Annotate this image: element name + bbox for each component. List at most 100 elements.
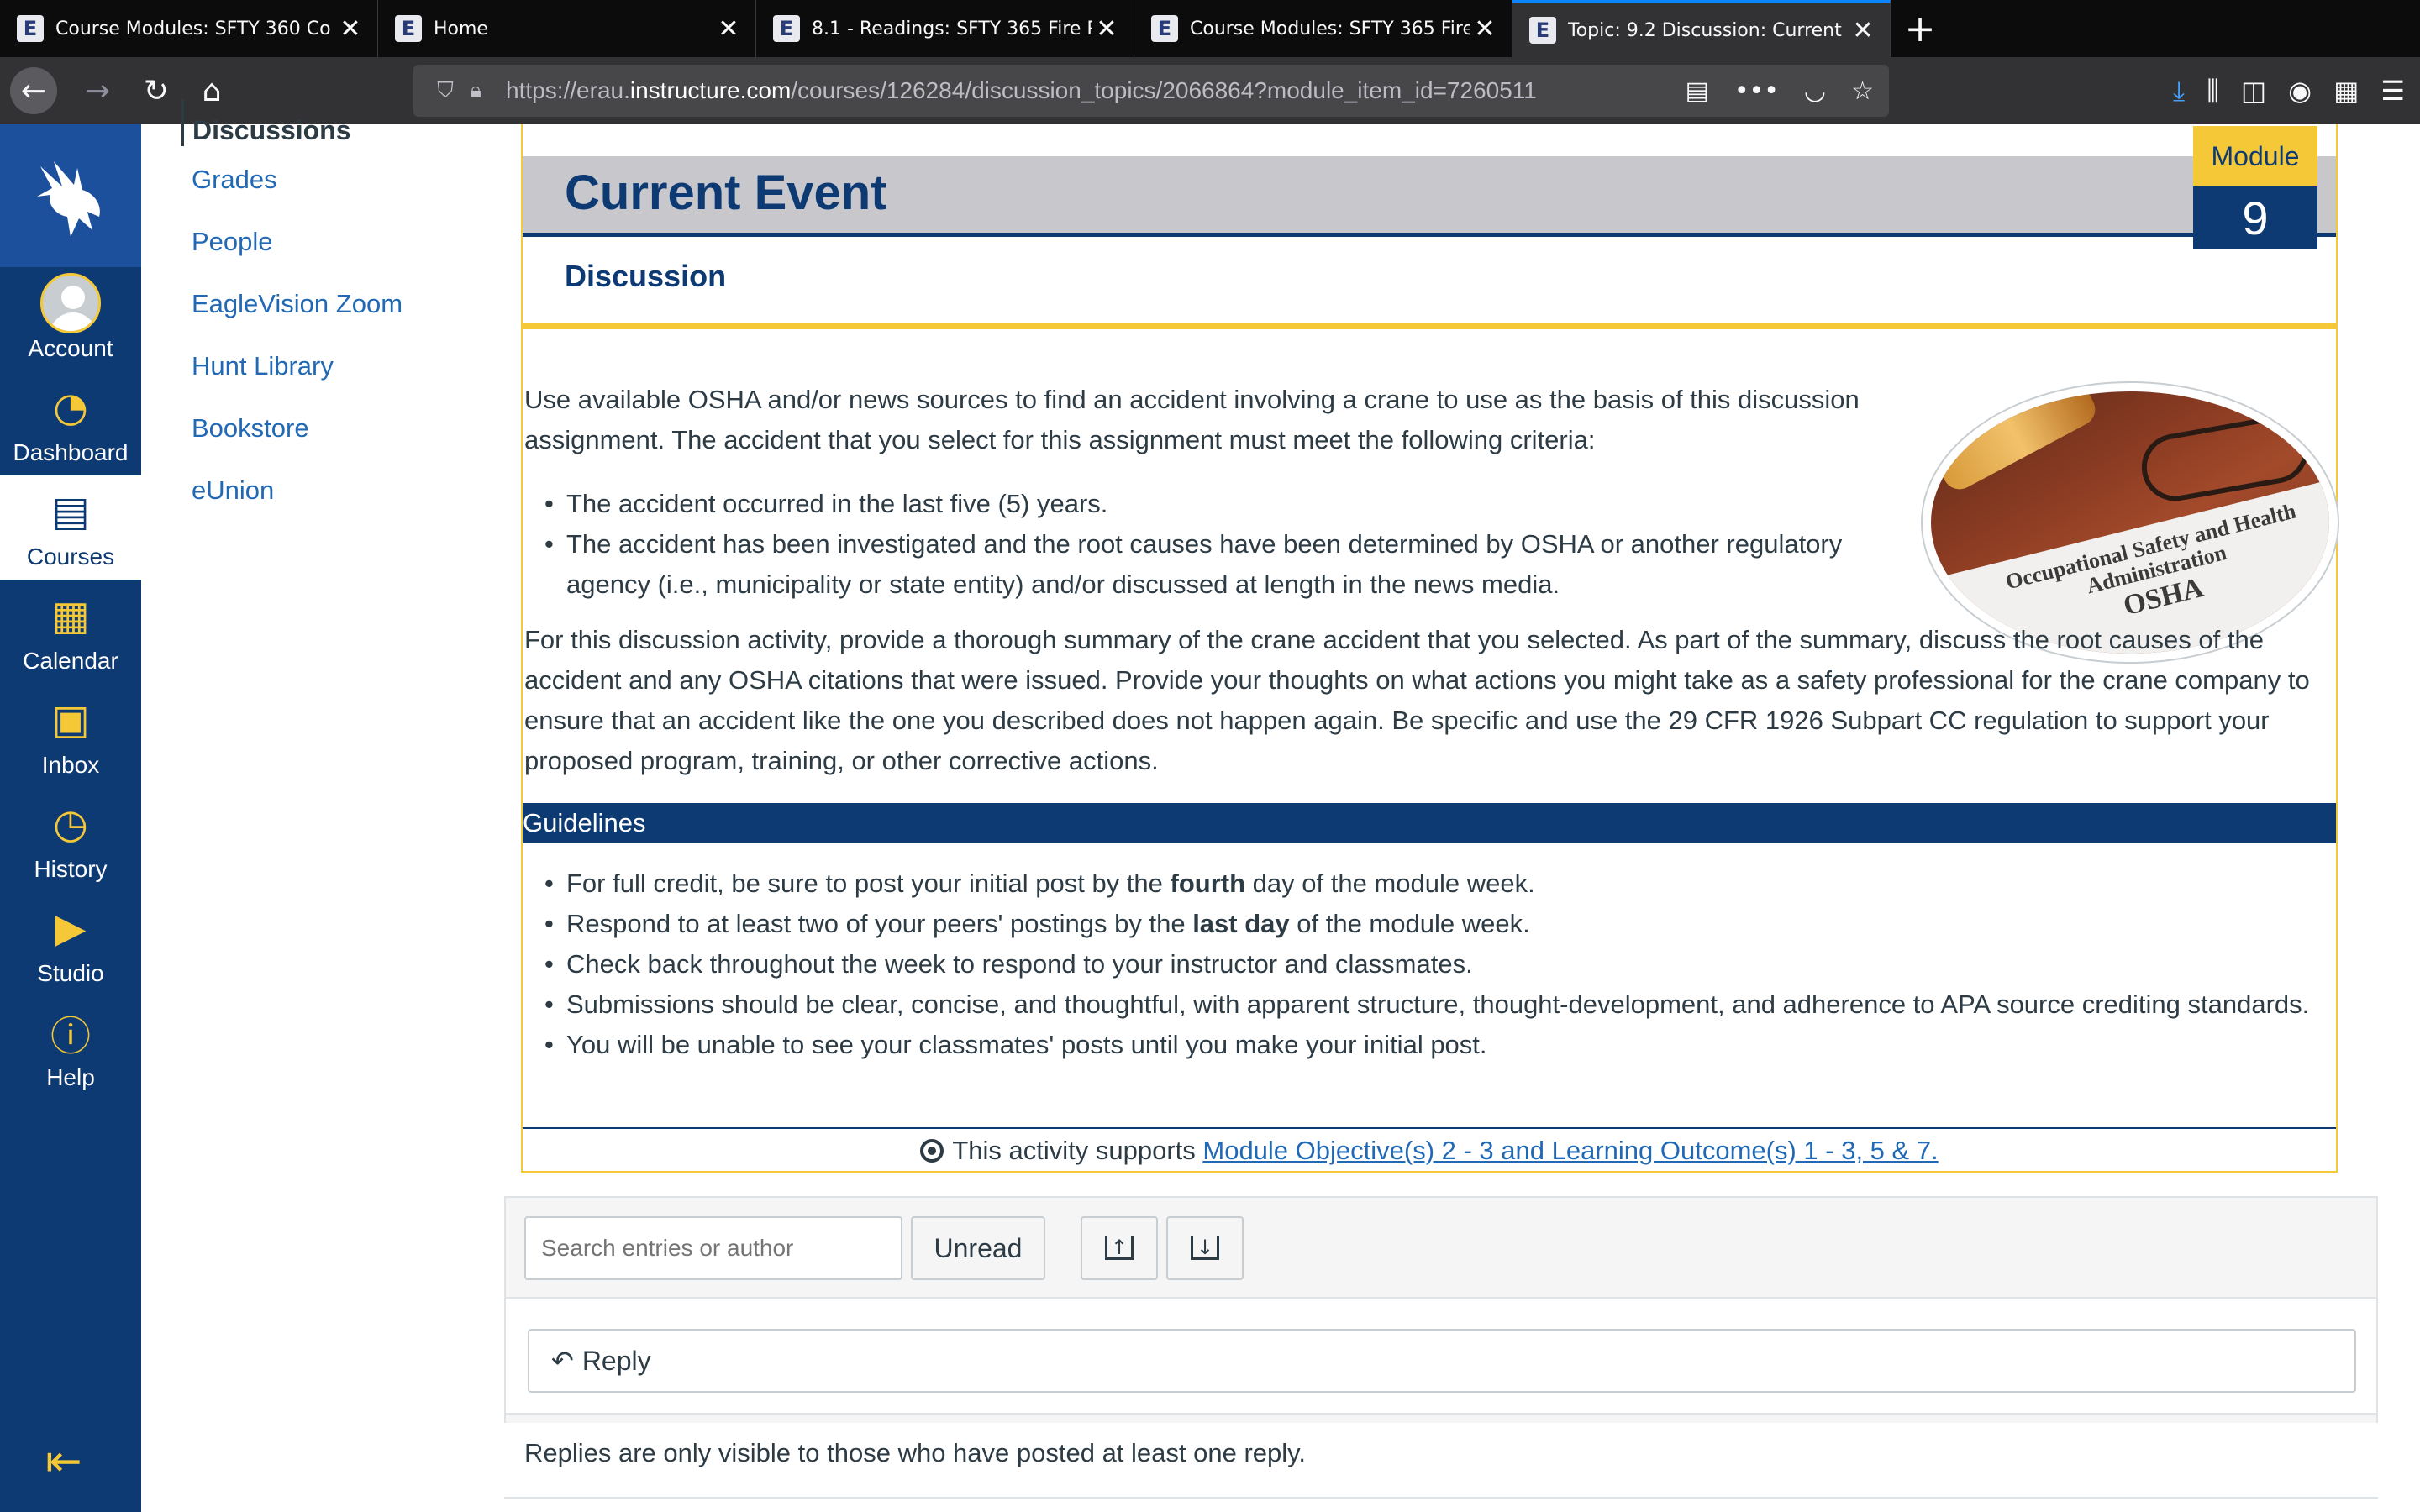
browser-tab-4[interactable]: E Course Modules: SFTY 365 Fire ✕ (1134, 0, 1512, 57)
global-nav-label: History (34, 856, 108, 882)
reload-icon[interactable]: ↻ (133, 67, 180, 114)
replies-notice: Replies are only visible to those who ha… (524, 1438, 1306, 1467)
course-nav-eaglevision-zoom[interactable]: EagleVision Zoom (192, 289, 402, 319)
divider (523, 1127, 2336, 1129)
tab-title: Course Modules: SFTY 360 Co (55, 18, 331, 39)
reply-arrow-icon: ↶ (551, 1345, 574, 1377)
browser-toolbar: ⤓ ⫼ ◫ ◉ ▦ ☰ (2173, 57, 2420, 124)
course-navigation: Discussions Grades People EagleVision Zo… (141, 99, 502, 1512)
sidebar-icon[interactable]: ◫ (2241, 75, 2266, 107)
global-navigation: Account ◔ Dashboard ▤ Courses ▦ Calendar… (0, 124, 141, 1512)
course-nav-eunion[interactable]: eUnion (192, 475, 274, 506)
account-circle-icon[interactable]: ◉ (2288, 75, 2312, 107)
reader-view-icon[interactable]: ▤ (1685, 76, 1708, 106)
module-badge-number: 9 (2193, 186, 2317, 249)
url-text[interactable]: https://erau.instructure.com/courses/126… (506, 77, 1537, 104)
global-nav-label: Studio (37, 960, 104, 986)
course-nav-bookstore[interactable]: Bookstore (192, 413, 309, 444)
global-nav-label: Calendar (23, 648, 118, 674)
global-nav-label: Inbox (41, 752, 100, 778)
list-item: The accident occurred in the last five (… (524, 484, 1911, 524)
close-tab-icon[interactable]: ✕ (1848, 15, 1878, 45)
download-icon[interactable]: ⤓ (2173, 75, 2185, 108)
global-nav-dashboard[interactable]: ◔ Dashboard (0, 371, 141, 475)
inbox-icon: ▣ (51, 696, 90, 743)
discussion-content: Current Event Discussion Module 9 Use av… (504, 124, 2378, 1512)
list-item: Submissions should be clear, concise, an… (524, 984, 2331, 1025)
browser-tab-1[interactable]: E Course Modules: SFTY 360 Co ✕ (0, 0, 378, 57)
global-nav-help[interactable]: ⓘ Help (0, 996, 141, 1100)
back-arrow-icon[interactable]: ← (10, 67, 57, 114)
extensions-icon[interactable]: ▦ (2333, 75, 2359, 107)
studio-icon: ▶ (55, 905, 87, 952)
shield-icon[interactable]: ⛉ (430, 78, 460, 104)
global-nav-calendar[interactable]: ▦ Calendar (0, 580, 141, 684)
global-nav-inbox[interactable]: ▣ Inbox (0, 684, 141, 788)
canvas-favicon-icon: E (17, 15, 44, 42)
intro-paragraph: Use available OSHA and/or news sources t… (524, 385, 1860, 454)
osha-photo: Occupational Safety and Health Administr… (1931, 391, 2329, 654)
divider (504, 1497, 2378, 1499)
global-nav-studio[interactable]: ▶ Studio (0, 892, 141, 996)
tab-title: Topic: 9.2 Discussion: Current E (1568, 19, 1848, 41)
global-nav-label: Help (46, 1064, 95, 1090)
menu-icon[interactable]: ☰ (2381, 75, 2405, 107)
course-nav-discussions[interactable]: Discussions (182, 99, 351, 146)
criteria-list: The accident occurred in the last five (… (524, 484, 1911, 605)
list-item: For full credit, be sure to post your in… (524, 864, 2331, 904)
browser-tab-5-active[interactable]: E Topic: 9.2 Discussion: Current E ✕ (1512, 0, 1891, 57)
collapse-threads-button[interactable]: ↓ (1166, 1216, 1244, 1280)
canvas-favicon-icon: E (1151, 15, 1178, 42)
browser-tab-strip: E Course Modules: SFTY 360 Co ✕ E Home ✕… (0, 0, 2420, 57)
close-tab-icon[interactable]: ✕ (713, 13, 744, 44)
history-icon: ◷ (53, 801, 88, 848)
collapse-nav-icon[interactable]: ⇤ (45, 1436, 82, 1487)
tab-title: 8.1 - Readings: SFTY 365 Fire P (812, 18, 1092, 39)
avatar (40, 273, 101, 333)
module-badge-label: Module (2193, 126, 2317, 186)
lock-icon[interactable]: 🔒︎ (460, 78, 491, 104)
close-tab-icon[interactable]: ✕ (1470, 13, 1500, 44)
objectives-support: This activity supports Module Objective(… (504, 1131, 2354, 1171)
browser-nav-bar: ← → ↻ ⌂ ⛉ 🔒︎ https://erau.instructure.co… (0, 57, 2420, 124)
forward-arrow-icon[interactable]: → (74, 67, 121, 114)
tab-title: Course Modules: SFTY 365 Fire (1190, 18, 1470, 39)
url-actions: ▤ ••• ◡ ☆ (1685, 76, 1874, 106)
list-item: Respond to at least two of your peers' p… (524, 904, 2331, 944)
global-nav-label: Courses (26, 543, 115, 570)
browser-tab-3[interactable]: E 8.1 - Readings: SFTY 365 Fire P ✕ (756, 0, 1134, 57)
canvas-favicon-icon: E (1529, 17, 1556, 44)
browser-tab-2[interactable]: E Home ✕ (378, 0, 756, 57)
new-tab-icon[interactable]: + (1891, 0, 1949, 57)
divider (523, 323, 2336, 329)
unread-button[interactable]: Unread (911, 1216, 1045, 1280)
search-entries-input[interactable] (524, 1216, 902, 1280)
course-nav-hunt-library[interactable]: Hunt Library (192, 351, 334, 381)
objectives-link[interactable]: Module Objective(s) 2 - 3 and Learning O… (1202, 1136, 1938, 1165)
activity-paragraph: For this discussion activity, provide a … (524, 625, 2310, 775)
canvas-favicon-icon: E (773, 15, 800, 42)
url-bar[interactable]: ⛉ 🔒︎ https://erau.instructure.com/course… (413, 65, 1889, 117)
global-nav-courses[interactable]: ▤ Courses (0, 475, 141, 580)
close-tab-icon[interactable]: ✕ (1092, 13, 1122, 44)
eagle-logo[interactable] (0, 124, 141, 267)
target-icon (920, 1139, 944, 1163)
global-nav-account[interactable]: Account (0, 267, 141, 371)
reply-label: Reply (581, 1345, 651, 1376)
eagle-logo-icon (37, 161, 100, 237)
page-subtitle: Discussion (565, 259, 727, 293)
calendar-icon: ▦ (51, 592, 90, 639)
bookmark-star-icon[interactable]: ☆ (1851, 76, 1874, 106)
guidelines-heading: Guidelines (523, 803, 2336, 843)
pocket-icon[interactable]: ◡ (1804, 76, 1826, 106)
global-nav-history[interactable]: ◷ History (0, 788, 141, 892)
expand-threads-button[interactable]: ↑ (1081, 1216, 1158, 1280)
reply-button[interactable]: ↶ Reply (528, 1329, 2356, 1393)
course-nav-grades[interactable]: Grades (192, 165, 277, 195)
global-nav-label: Dashboard (13, 439, 129, 465)
course-nav-people[interactable]: People (192, 227, 273, 257)
close-tab-icon[interactable]: ✕ (335, 13, 366, 44)
library-icon[interactable]: ⫼ (2207, 75, 2219, 108)
page-actions-icon[interactable]: ••• (1734, 76, 1779, 106)
canvas-favicon-icon: E (395, 15, 422, 42)
